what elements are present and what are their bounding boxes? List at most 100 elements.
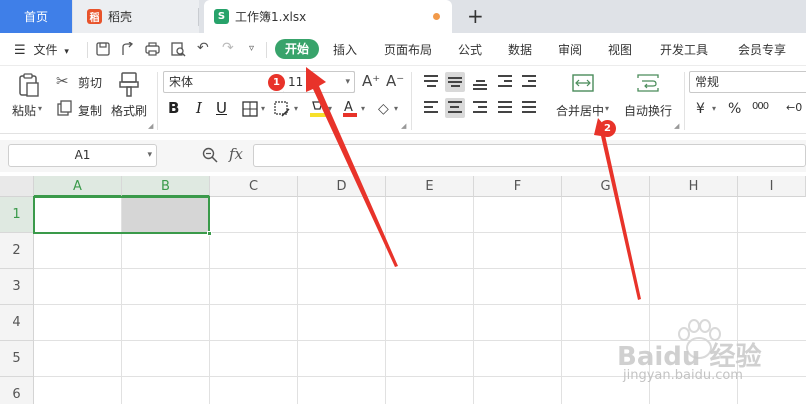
chevron-down-icon[interactable]: ▾	[361, 104, 365, 113]
tab-data[interactable]: 数据	[508, 41, 532, 58]
tab-formulas[interactable]: 公式	[458, 41, 482, 58]
italic-icon[interactable]: I	[196, 99, 202, 117]
increase-decimal-icon[interactable]: ←0	[786, 101, 802, 114]
currency-icon[interactable]: ¥	[696, 101, 705, 117]
tab-start[interactable]: 开始	[275, 39, 319, 59]
ribbon-divider	[411, 72, 412, 130]
row-header-3[interactable]: 3	[0, 269, 34, 305]
column-header-a[interactable]: A	[34, 176, 122, 197]
column-header-g[interactable]: G	[562, 176, 650, 197]
underline-icon[interactable]: U	[216, 99, 227, 117]
chevron-down-icon[interactable]: ▾	[261, 104, 265, 113]
chevron-down-icon[interactable]: ▾	[712, 104, 716, 113]
select-all-corner[interactable]	[0, 176, 34, 197]
font-color-icon[interactable]: A	[342, 99, 358, 119]
tab-page-layout[interactable]: 页面布局	[384, 41, 432, 58]
group-expander-icon[interactable]: ◢	[148, 122, 153, 130]
justify-icon[interactable]	[495, 98, 515, 118]
row-header-2[interactable]: 2	[0, 233, 34, 269]
fill-color-icon[interactable]	[309, 99, 327, 119]
hamburger-icon: ☰	[14, 43, 26, 58]
align-center-icon[interactable]	[445, 98, 465, 118]
tab-workbook[interactable]: S 工作簿1.xlsx	[204, 0, 452, 33]
scissors-icon: ✂	[56, 72, 69, 90]
tab-insert[interactable]: 插入	[333, 41, 357, 58]
cell-style-icon[interactable]	[274, 100, 292, 118]
chevron-down-icon[interactable]: ▾	[294, 104, 298, 113]
export-icon[interactable]	[120, 42, 134, 56]
increase-indent-icon[interactable]	[519, 72, 539, 92]
tab-separator	[198, 8, 199, 26]
column-header-i[interactable]: I	[738, 176, 806, 197]
chevron-down-icon[interactable]: ▾	[394, 104, 398, 113]
distributed-icon[interactable]	[519, 98, 539, 118]
align-bottom-icon[interactable]	[470, 72, 490, 92]
row-header-4[interactable]: 4	[0, 305, 34, 341]
row-header-1[interactable]: 1	[0, 197, 34, 233]
row-header-6[interactable]: 6	[0, 377, 34, 404]
column-header-e[interactable]: E	[386, 176, 474, 197]
save-icon[interactable]	[96, 42, 110, 56]
spreadsheet-app-window: 首页 稻 稻壳 S 工作簿1.xlsx + ☰ 文件 ▾ ↶ ↷ ▿ 开始 插入…	[0, 0, 806, 404]
customize-quick-access-icon[interactable]: ▿	[249, 43, 254, 54]
eraser-icon[interactable]: ◇	[378, 101, 389, 117]
fill-handle[interactable]	[207, 231, 212, 236]
document-tab-bar: 首页 稻 稻壳 S 工作簿1.xlsx +	[0, 0, 806, 33]
undo-icon[interactable]: ↶	[197, 40, 209, 56]
insert-function-icon[interactable]: fx	[229, 145, 243, 163]
column-header-h[interactable]: H	[650, 176, 738, 197]
align-top-icon[interactable]	[421, 72, 441, 92]
group-expander-icon[interactable]: ◢	[674, 122, 679, 130]
percent-icon[interactable]: %	[728, 101, 741, 117]
paste-label: 粘贴	[12, 104, 37, 118]
baidu-watermark: Baidu 经验 jingyan.baidu.com	[617, 318, 787, 388]
redo-icon[interactable]: ↷	[222, 40, 234, 56]
group-expander-icon[interactable]: ◢	[401, 122, 406, 130]
print-preview-icon[interactable]	[171, 42, 186, 57]
annotation-badge-2: 2	[599, 120, 616, 137]
formula-bar: A1 ▾ fx	[0, 140, 806, 172]
align-right-icon[interactable]	[470, 98, 490, 118]
grid-line	[297, 197, 298, 404]
decrease-indent-icon[interactable]	[495, 72, 515, 92]
file-menu[interactable]: ☰ 文件 ▾	[14, 41, 69, 58]
column-header-f[interactable]: F	[474, 176, 562, 197]
column-header-b[interactable]: B	[122, 176, 210, 197]
tab-review[interactable]: 审阅	[558, 41, 582, 58]
format-painter-icon	[119, 72, 139, 97]
selection-range-border	[33, 196, 210, 234]
tab-member[interactable]: 会员专享	[738, 41, 786, 58]
name-box-value: A1	[74, 148, 91, 162]
svg-text:A: A	[344, 100, 353, 115]
zoom-search-icon[interactable]	[202, 147, 218, 163]
tab-view[interactable]: 视图	[608, 41, 632, 58]
cut-label: 剪切	[78, 76, 103, 90]
font-size-select[interactable]: 11	[283, 71, 355, 93]
row-header-5[interactable]: 5	[0, 341, 34, 377]
number-format-value: 常规	[695, 75, 720, 89]
bold-icon[interactable]: B	[168, 99, 179, 117]
font-grow-icon[interactable]: A⁺	[362, 72, 380, 90]
column-header-c[interactable]: C	[210, 176, 298, 197]
tab-home[interactable]: 首页	[0, 0, 72, 33]
column-header-d[interactable]: D	[298, 176, 386, 197]
formula-input[interactable]	[253, 144, 806, 167]
grid-line	[561, 197, 562, 404]
format-painter-label: 格式刷	[111, 104, 148, 118]
watermark-url: jingyan.baidu.com	[623, 368, 743, 383]
print-icon[interactable]	[145, 42, 160, 56]
font-shrink-icon[interactable]: A⁻	[386, 72, 404, 90]
thousands-separator-icon[interactable]: 000	[752, 101, 769, 112]
chevron-down-icon[interactable]: ▾	[328, 104, 332, 113]
name-box[interactable]: A1 ▾	[8, 144, 157, 167]
borders-icon[interactable]	[242, 101, 258, 117]
tab-developer[interactable]: 开发工具	[660, 41, 708, 58]
tab-daoke[interactable]: 稻 稻壳	[73, 0, 199, 33]
align-left-icon[interactable]	[421, 98, 441, 118]
merge-center-label: 合并居中	[556, 104, 605, 118]
align-middle-icon[interactable]	[445, 72, 465, 92]
number-format-select[interactable]: 常规	[689, 71, 806, 93]
chevron-down-icon: ▾	[38, 104, 43, 113]
tab-daoke-label: 稻壳	[108, 10, 133, 24]
new-tab-plus-icon[interactable]: +	[467, 4, 484, 28]
